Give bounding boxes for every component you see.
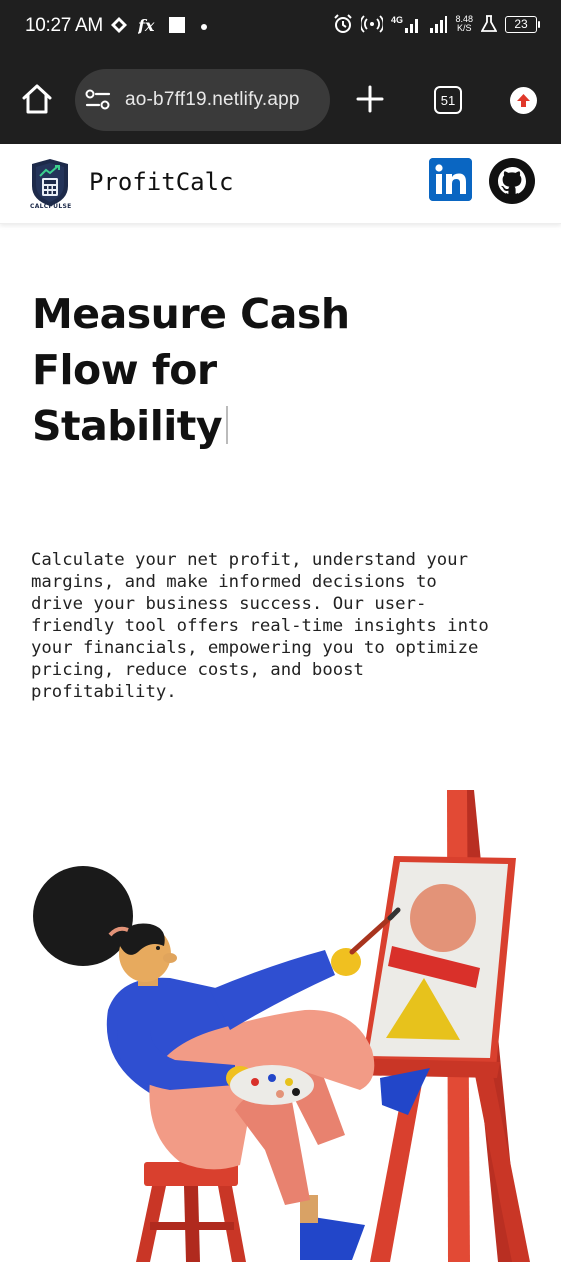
status-notification-icons: fx [110, 16, 212, 34]
status-time: 10:27 AM [25, 15, 103, 36]
painter-illustration [33, 790, 530, 1262]
url-text[interactable]: ao-b7ff19.netlify.app [125, 89, 300, 111]
lab-flask-icon [481, 15, 497, 32]
signal-bars-icon [430, 16, 448, 33]
logo-text: CALCPULSE [30, 203, 72, 210]
site-settings-icon[interactable] [85, 89, 111, 111]
home-icon[interactable] [20, 82, 54, 116]
dot-icon [201, 24, 207, 30]
browser-toolbar: ao-b7ff19.netlify.app 51 [0, 56, 561, 144]
hero-title-line-1: Measure Cash [32, 290, 350, 338]
palette [230, 1065, 314, 1105]
tab-switcher-button[interactable]: 51 [434, 86, 462, 114]
alarm-icon [334, 14, 353, 33]
hero-title-line-3: Stability [32, 402, 223, 450]
update-button[interactable] [510, 87, 537, 114]
brand-name[interactable]: ProfitCalc [89, 168, 234, 196]
hotspot-icon [361, 15, 384, 33]
battery-indicator: 23 [505, 15, 540, 33]
net-speed-unit: K/S [456, 23, 472, 33]
signal-4g-icon: 4G [391, 15, 419, 33]
app-notification-icon [111, 17, 127, 33]
status-bar: 10:27 AM fx 4G 8.48 K/S 23 [0, 0, 561, 56]
new-tab-plus-icon[interactable] [355, 84, 385, 114]
stool [136, 1162, 246, 1262]
canvas-circle [410, 884, 476, 952]
hero-title: Measure Cash Flow for Stability [32, 286, 372, 454]
formula-app-icon: fx [138, 16, 155, 34]
hero-title-line-2: Flow for [32, 346, 217, 394]
typing-cursor [226, 406, 229, 444]
square-notification-icon [169, 17, 185, 33]
site-header: CALCPULSE ProfitCalc [0, 144, 561, 224]
status-system-icons: 4G 8.48 K/S 23 [333, 14, 540, 34]
svg-text:fx: fx [138, 16, 155, 34]
arrow-up-icon [517, 94, 530, 107]
net-speed-indicator: 8.48 K/S [455, 15, 473, 33]
address-bar[interactable]: ao-b7ff19.netlify.app [75, 69, 330, 131]
linkedin-icon[interactable] [429, 158, 472, 201]
svg-text:4G: 4G [391, 15, 403, 25]
hero-description: Calculate your net profit, understand yo… [31, 550, 489, 702]
github-icon[interactable] [488, 157, 536, 205]
